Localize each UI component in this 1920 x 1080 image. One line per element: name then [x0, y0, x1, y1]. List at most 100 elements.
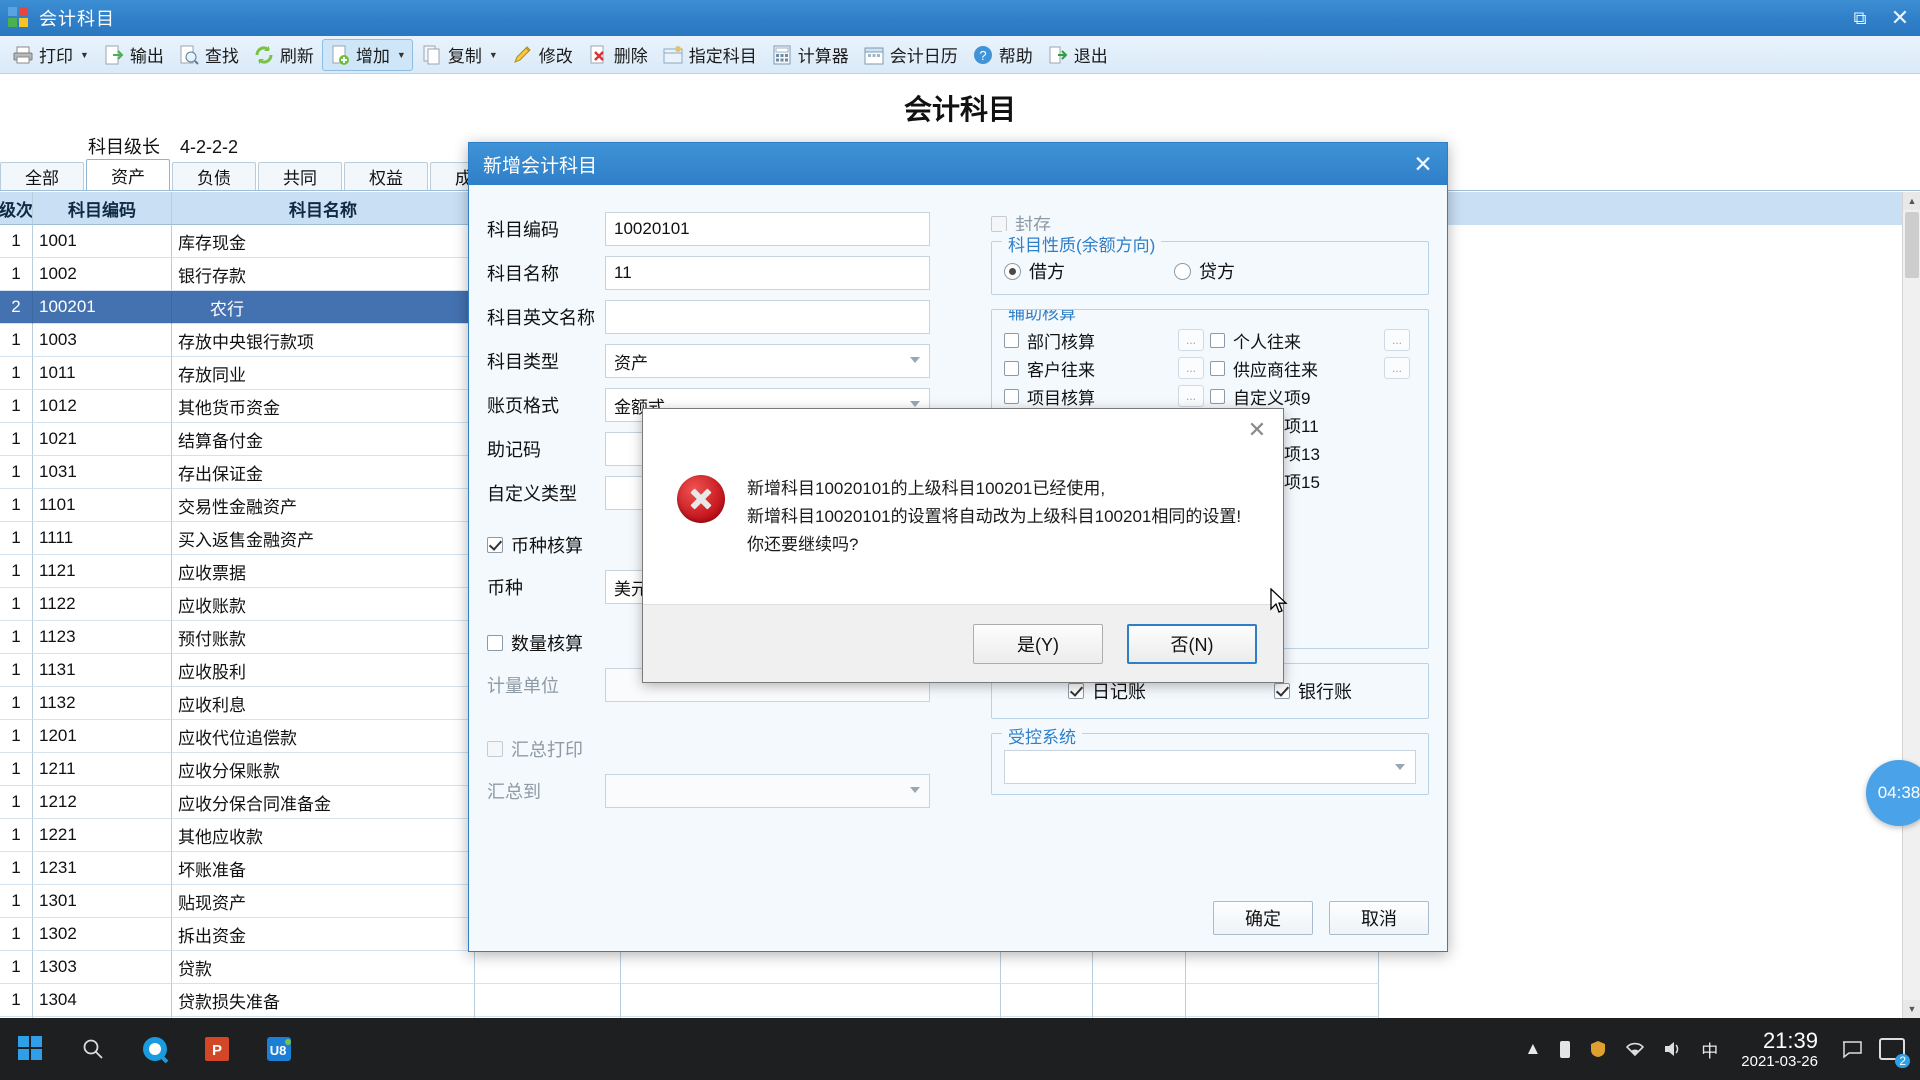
badge-count: 2: [1895, 1054, 1910, 1068]
taskbar-clock[interactable]: 21:39 2021-03-26: [1727, 1028, 1832, 1071]
shield-icon[interactable]: [1580, 1040, 1616, 1058]
notification-icon[interactable]: [1832, 1018, 1872, 1080]
close-icon[interactable]: ✕: [1880, 0, 1920, 36]
close-icon[interactable]: ✕: [1399, 143, 1447, 185]
powerpoint-icon[interactable]: P: [186, 1018, 248, 1080]
aux-item-checkbox[interactable]: [1004, 333, 1019, 348]
toolbar-button-help[interactable]: ? 帮助: [966, 39, 1039, 71]
field-row-type: 科目类型 资产: [487, 339, 979, 383]
code-input[interactable]: 10020101: [605, 212, 930, 246]
ime-indicator[interactable]: 中: [1692, 1037, 1727, 1062]
chevron-down-icon: [1395, 764, 1405, 770]
summary-to-select[interactable]: [605, 774, 930, 808]
help-icon: ?: [972, 44, 994, 66]
seal-checkbox[interactable]: [991, 216, 1007, 232]
tab-common[interactable]: 共同: [258, 162, 342, 190]
cell-name: 其他货币资金: [172, 390, 475, 423]
en-name-input[interactable]: [605, 300, 930, 334]
aux-item-checkbox[interactable]: [1004, 389, 1019, 404]
daily-ledger-checkbox[interactable]: [1068, 683, 1084, 699]
summary-print-checkbox[interactable]: [487, 741, 503, 757]
volume-icon[interactable]: [1654, 1040, 1692, 1058]
u8-icon[interactable]: U8: [248, 1018, 310, 1080]
ok-button[interactable]: 确定: [1213, 901, 1313, 935]
battery-icon[interactable]: [1550, 1039, 1580, 1059]
aux-item-label: 部门核算: [1027, 328, 1095, 353]
toolbar-button-edit[interactable]: 修改: [506, 39, 579, 71]
name-input[interactable]: 11: [605, 256, 930, 290]
aux-item-checkbox[interactable]: [1004, 361, 1019, 376]
aux-item-browse-button[interactable]: ...: [1178, 357, 1204, 379]
column-header-level: 级次: [0, 192, 33, 225]
tab-liabilities[interactable]: 负债: [172, 162, 256, 190]
chevron-down-icon[interactable]: ▼: [489, 50, 498, 60]
chevron-down-icon[interactable]: ▼: [80, 50, 89, 60]
aux-item-checkbox[interactable]: [1210, 333, 1225, 348]
type-select[interactable]: 资产: [605, 344, 930, 378]
toolbar-button-assign-subject[interactable]: 指定科目: [656, 39, 763, 71]
aux-item-browse-button[interactable]: ...: [1178, 329, 1204, 351]
table-row[interactable]: 11303贷款: [0, 951, 1920, 984]
aux-item[interactable]: 个人往来...: [1210, 326, 1416, 354]
toolbar-button-add[interactable]: 增加 ▼: [322, 39, 413, 71]
toolbar-button-calendar[interactable]: 会计日历: [857, 39, 964, 71]
toolbar-button-export[interactable]: 输出: [97, 39, 170, 71]
cell-daily-ledger: [1093, 984, 1186, 1017]
scroll-up-icon[interactable]: ▲: [1903, 192, 1920, 210]
aux-item[interactable]: 自定义项9: [1210, 382, 1416, 410]
aux-item[interactable]: 客户往来...: [1004, 354, 1210, 382]
add-icon: [329, 44, 351, 66]
toolbar-button-calculator[interactable]: 计算器: [765, 39, 855, 71]
tab-all[interactable]: 全部: [0, 162, 84, 190]
grid-scrollbar[interactable]: ▲ ▼: [1902, 192, 1920, 1018]
windows-start-icon[interactable]: [0, 1018, 62, 1080]
network-icon[interactable]: [1616, 1040, 1654, 1058]
radio-debit[interactable]: 借方: [1004, 258, 1174, 284]
aux-item-checkbox[interactable]: [1210, 389, 1225, 404]
restore-icon[interactable]: ⧉: [1840, 0, 1880, 36]
search-icon[interactable]: [62, 1018, 124, 1080]
aux-item-browse-button[interactable]: ...: [1384, 329, 1410, 351]
qty-acct-checkbox[interactable]: [487, 635, 503, 651]
cancel-button[interactable]: 取消: [1329, 901, 1429, 935]
chevron-down-icon: [910, 787, 920, 793]
toolbar-button-print[interactable]: 打印 ▼: [6, 39, 95, 71]
label-en-name: 科目英文名称: [487, 304, 605, 330]
aux-item-checkbox[interactable]: [1210, 361, 1225, 376]
currency-acct-checkbox[interactable]: [487, 537, 503, 553]
aux-item[interactable]: 项目核算...: [1004, 382, 1210, 410]
chevron-down-icon[interactable]: ▼: [397, 50, 406, 60]
chevron-up-icon[interactable]: ▲: [1515, 1039, 1550, 1059]
label-currency: 币种: [487, 574, 605, 600]
aux-item[interactable]: 供应商往来...: [1210, 354, 1416, 382]
control-system-select[interactable]: [1004, 750, 1416, 784]
toolbar-label-refresh: 刷新: [280, 42, 314, 67]
toolbar-button-exit[interactable]: 退出: [1041, 39, 1114, 71]
close-icon[interactable]: ✕: [1241, 415, 1273, 445]
no-button[interactable]: 否(N): [1127, 624, 1257, 664]
cell-name: 拆出资金: [172, 918, 475, 951]
toolbar-button-find[interactable]: 查找: [172, 39, 245, 71]
aux-item-browse-button[interactable]: ...: [1384, 357, 1410, 379]
toolbar-button-refresh[interactable]: 刷新: [247, 39, 320, 71]
yes-button[interactable]: 是(Y): [973, 624, 1103, 664]
table-row[interactable]: 11304贷款损失准备: [0, 984, 1920, 1017]
scroll-thumb[interactable]: [1905, 212, 1919, 278]
bank-ledger-checkbox-row[interactable]: 银行账: [1274, 678, 1352, 704]
action-center-badge[interactable]: 2: [1872, 1018, 1912, 1080]
aux-item[interactable]: 部门核算...: [1004, 326, 1210, 354]
cell-level: 1: [0, 225, 33, 258]
cell-code: 1021: [33, 423, 172, 456]
toolbar-button-copy[interactable]: 复制 ▼: [415, 39, 504, 71]
radio-credit[interactable]: 贷方: [1174, 258, 1344, 284]
aux-item-browse-button[interactable]: ...: [1178, 385, 1204, 407]
tab-assets[interactable]: 资产: [86, 159, 170, 190]
browser-icon[interactable]: [124, 1018, 186, 1080]
bank-ledger-checkbox[interactable]: [1274, 683, 1290, 699]
toolbar-button-delete[interactable]: 删除: [581, 39, 654, 71]
summary-print-label: 汇总打印: [511, 736, 583, 762]
scroll-down-icon[interactable]: ▼: [1903, 1000, 1920, 1018]
summary-print-checkbox-row[interactable]: 汇总打印: [487, 729, 979, 769]
cell-level: 1: [0, 654, 33, 687]
tab-equity[interactable]: 权益: [344, 162, 428, 190]
